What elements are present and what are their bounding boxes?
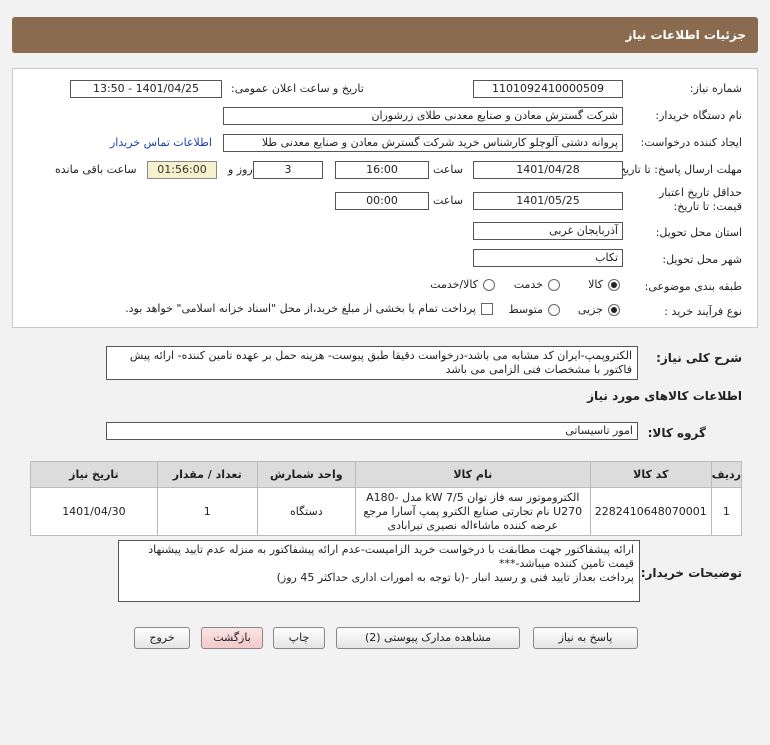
column-header-index: ردیف [710,461,743,488]
buyer-org-label: نام دستگاه خریدار: [655,109,742,122]
back-button[interactable]: بازگشت [201,627,263,649]
goods-section-title: اطلاعات کالاهای مورد نیاز [587,389,742,403]
buyer-org-field[interactable]: شرکت گسترش معادن و صنایع معدنی طلای زرشو… [223,107,623,125]
category-option-service[interactable]: خدمت [514,278,560,291]
page-title: جزئیات اطلاعات نیاز [12,17,758,53]
validity-label-1: حداقل تاریخ اعتبار [658,186,742,199]
treasury-payment-option[interactable]: پرداخت تمام یا بخشی از مبلغ خرید،از محل … [125,302,493,315]
column-header-qty: تعداد / مقدار [156,461,258,488]
column-header-unit: واحد شمارش [256,461,356,488]
contact-info-link[interactable]: اطلاعات تماس خریدار [110,136,212,149]
reply-button[interactable]: پاسخ به نیاز [533,627,638,649]
column-header-code: کد کالا [589,461,712,488]
cell-index: 1 [710,487,743,536]
column-header-name: نام کالا [354,461,591,488]
process-label: نوع فرآیند خرید : [664,305,742,318]
summary-box: الکتروپمپ-ایران کد مشابه می باشد-درخواست… [106,346,638,380]
reply-time-field[interactable]: 16:00 [335,161,429,179]
province-field[interactable]: آذربایجان غربی [473,222,623,240]
goods-table: ردیف کد کالا نام کالا واحد شمارش تعداد /… [30,461,743,536]
buyer-notes-box: ارائه پیشفاکتور جهت مطابقت با درخواست خر… [118,540,640,602]
attachments-button[interactable]: مشاهده مدارک پیوستی (2) [336,627,520,649]
requester-field[interactable]: پروانه دشتی آلوچلو کارشناس خرید شرکت گست… [223,134,623,152]
validity-date-field[interactable]: 1401/05/25 [473,192,623,210]
category-option-goods-service[interactable]: کالا/خدمت [430,278,495,291]
print-button[interactable]: چاپ [273,627,325,649]
buyer-notes-line-1: ارائه پیشفاکتور جهت مطابقت با درخواست خر… [148,543,634,570]
buyer-notes-label: توضیحات خریدار: [640,566,742,580]
column-header-date: تاریخ نیاز [30,461,158,488]
radio-icon[interactable] [548,303,560,316]
table-header-row: ردیف کد کالا نام کالا واحد شمارش تعداد /… [30,461,743,488]
radio-icon[interactable] [608,278,620,291]
table-row[interactable]: 1 2282410648070001 الکتروموتور سه فاز تو… [30,487,743,536]
province-label: استان محل تحویل: [655,226,742,239]
reply-time-label: ساعت [433,163,463,176]
goods-group-label: گروه کالا: [647,426,706,440]
need-number-field[interactable]: 1101092410000509 [473,80,623,98]
cell-name: الکتروموتور سه فاز توان kW 7/5 مدل A180-… [354,487,591,536]
days-label: روز و [228,163,253,176]
radio-icon[interactable] [548,278,560,291]
radio-icon[interactable] [483,278,495,291]
category-option-goods[interactable]: کالا [588,278,620,291]
process-option-minor[interactable]: جزیی [578,303,620,316]
cell-code: 2282410648070001 [589,487,712,536]
requester-label: ایجاد کننده درخواست: [640,136,742,149]
reply-date-field[interactable]: 1401/04/28 [473,161,623,179]
goods-group-field[interactable]: امور تاسیساتی [106,422,638,440]
cell-unit: دستگاه [256,487,356,536]
remaining-time-field: 01:56:00 [147,161,217,179]
validity-time-label: ساعت [433,194,463,207]
buyer-notes-line-2: پرداخت بعداز تایید فنی و رسید انبار -(با… [276,571,634,584]
exit-button[interactable]: خروج [134,627,190,649]
announce-label: تاریخ و ساعت اعلان عمومی: [231,82,364,95]
validity-label-2: قیمت: تا تاریخ: [673,200,742,213]
city-field[interactable]: تکاب [473,249,623,267]
days-field[interactable]: 3 [253,161,323,179]
validity-time-field[interactable]: 00:00 [335,192,429,210]
summary-label: شرح کلی نیاز: [656,351,742,365]
process-option-medium[interactable]: متوسط [508,303,560,316]
city-label: شهر محل تحویل: [662,253,742,266]
cell-date: 1401/04/30 [30,487,158,536]
announce-field[interactable]: 1401/04/25 - 13:50 [70,80,222,98]
remaining-label: ساعت باقی مانده [55,163,137,176]
checkbox-icon[interactable] [481,302,493,315]
need-number-label: شماره نیاز: [689,82,742,95]
category-label: طبقه بندی موضوعی: [644,280,742,293]
cell-qty: 1 [156,487,258,536]
radio-icon[interactable] [608,303,620,316]
reply-deadline-label: مهلت ارسال پاسخ: تا تاریخ: [615,163,742,176]
